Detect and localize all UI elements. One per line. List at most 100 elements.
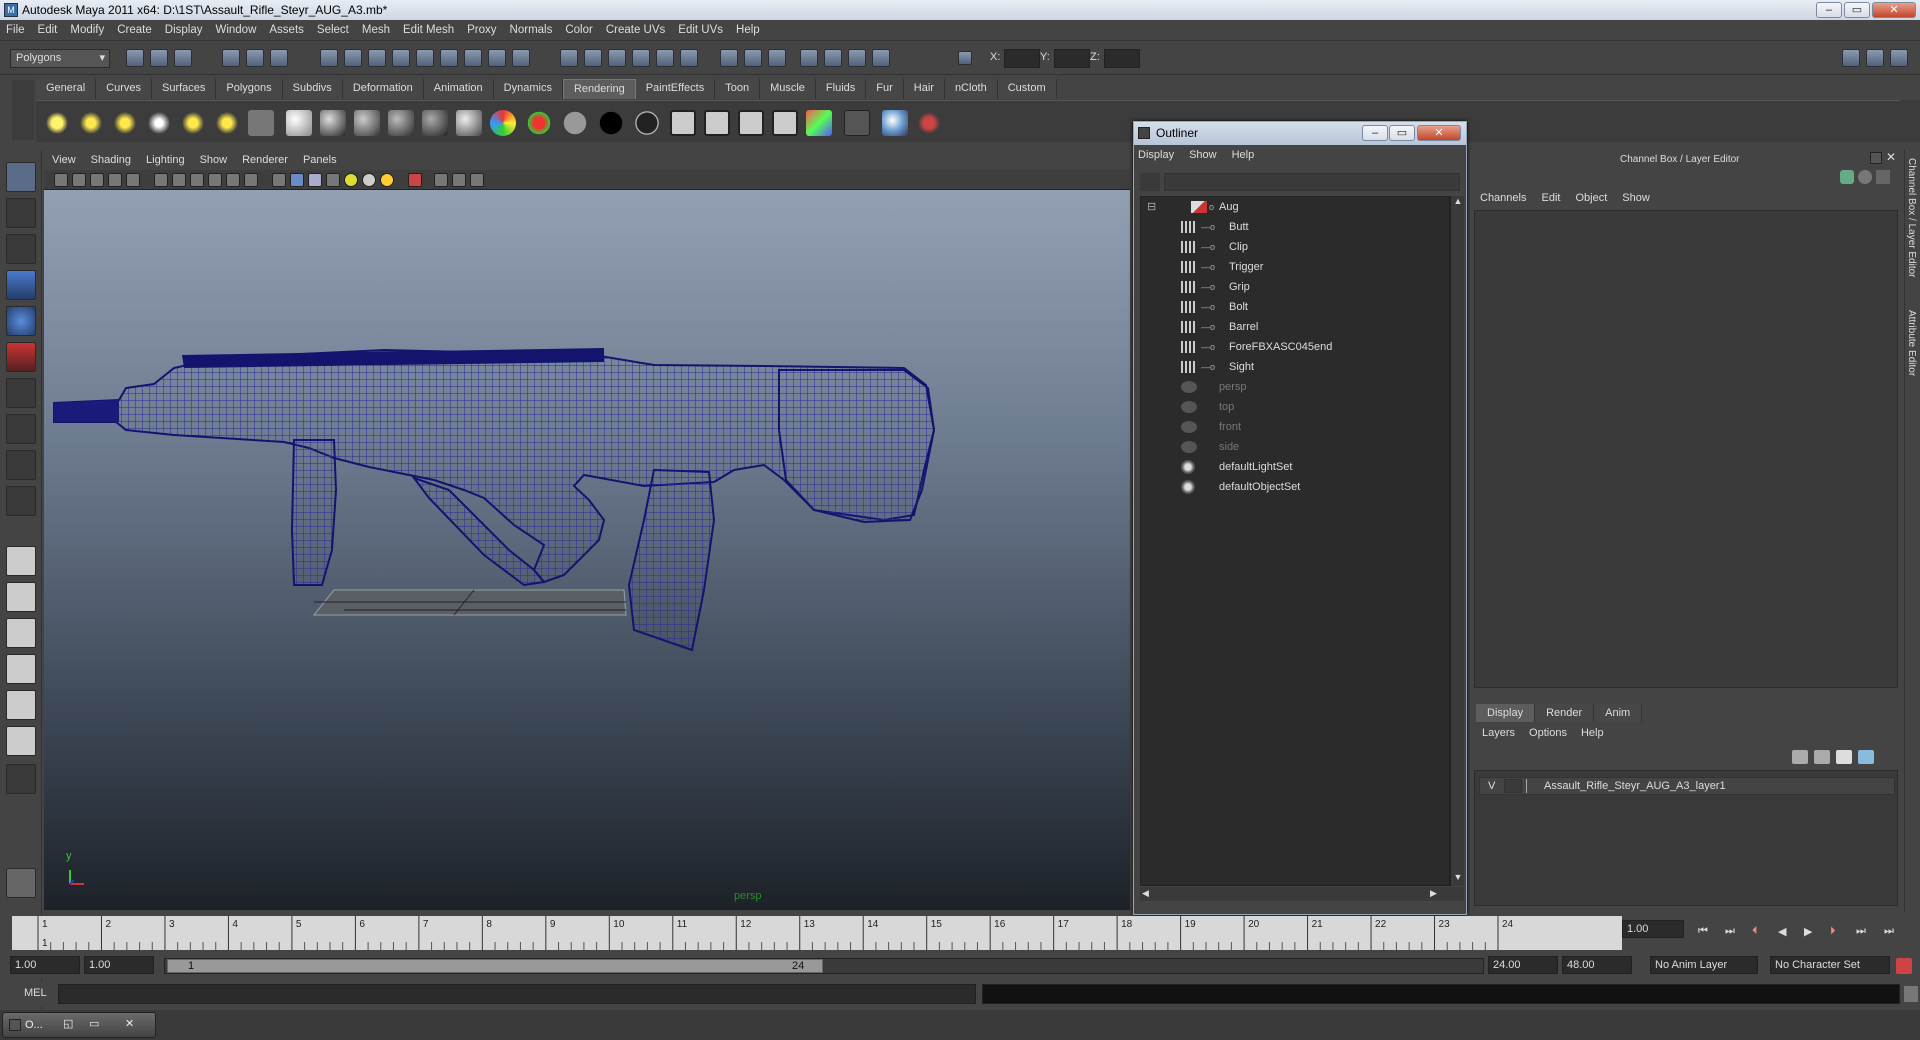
shelf-tab-general[interactable]: General xyxy=(36,79,97,99)
layer-tab-display[interactable]: Display xyxy=(1476,704,1536,722)
hud-icon[interactable] xyxy=(470,173,484,187)
channel-menu-object[interactable]: Object xyxy=(1575,192,1607,204)
image-plane-icon[interactable] xyxy=(108,173,122,187)
range-slider-handle[interactable]: 1 24 xyxy=(167,959,823,973)
perspective-viewport[interactable]: y persp xyxy=(44,190,1130,910)
animation-start-field[interactable]: 1.00 xyxy=(10,956,80,974)
z-field[interactable] xyxy=(1104,49,1140,68)
save-scene-icon[interactable] xyxy=(174,49,192,67)
open-scene-icon[interactable] xyxy=(150,49,168,67)
quick-layout-icon[interactable] xyxy=(6,868,36,898)
layer-list[interactable]: V Assault_Rifle_Steyr_AUG_A3_layer1 xyxy=(1474,770,1898,906)
outliner-horizontal-scrollbar[interactable]: ◀ ▶ xyxy=(1140,887,1464,901)
shadows-icon[interactable] xyxy=(380,173,394,187)
ipr-render-icon[interactable] xyxy=(584,49,602,67)
snap-grid-icon[interactable] xyxy=(320,49,338,67)
layer-tab-anim[interactable]: Anim xyxy=(1594,704,1643,722)
menu-item-edit-uvs[interactable]: Edit UVs xyxy=(678,24,723,36)
lasso-tool-icon[interactable] xyxy=(6,198,36,228)
panel-single-icon[interactable] xyxy=(824,49,842,67)
scale-tool-icon[interactable] xyxy=(6,342,36,372)
shelf-tab-ncloth[interactable]: nCloth xyxy=(944,79,998,99)
menu-item-create[interactable]: Create xyxy=(117,24,152,36)
viewport-menu-panels[interactable]: Panels xyxy=(303,154,337,166)
panel-four-icon[interactable] xyxy=(848,49,866,67)
viewport-menu-renderer[interactable]: Renderer xyxy=(242,154,288,166)
menu-item-modify[interactable]: Modify xyxy=(70,24,104,36)
resolution-gate-icon[interactable] xyxy=(172,173,186,187)
layer-menu-help[interactable]: Help xyxy=(1581,727,1604,739)
shelf-tab-polygons[interactable]: Polygons xyxy=(216,79,283,99)
shelf-tab-surfaces[interactable]: Surfaces xyxy=(151,79,217,99)
scroll-up-icon[interactable]: ▲ xyxy=(1452,196,1464,208)
directional-light-icon[interactable] xyxy=(78,110,104,136)
outliner-vertical-scrollbar[interactable]: ▲ ▼ xyxy=(1450,196,1464,886)
camera-select-icon[interactable] xyxy=(54,173,68,187)
close-panel-icon[interactable]: ✕ xyxy=(1886,150,1896,164)
shelf-tab-fluids[interactable]: Fluids xyxy=(815,79,867,99)
render-clapper-icon[interactable] xyxy=(670,110,696,136)
smooth-shade-icon[interactable] xyxy=(290,173,304,187)
outliner-menu-help[interactable]: Help xyxy=(1232,149,1255,167)
outliner-item[interactable]: —o Trigger xyxy=(1141,257,1441,277)
outliner-item[interactable]: defaultObjectSet xyxy=(1141,477,1441,497)
surface-shader-icon[interactable] xyxy=(562,110,588,136)
paint-canvas-icon[interactable] xyxy=(882,110,908,136)
single-perspective-layout-icon[interactable] xyxy=(6,546,36,576)
shading-map-icon[interactable] xyxy=(526,110,552,136)
collapse-icon[interactable]: ⊟ xyxy=(1147,197,1156,217)
layered-shader-icon[interactable] xyxy=(456,110,482,136)
select-object-icon[interactable] xyxy=(246,49,264,67)
outliner-window[interactable]: Outliner – ▭ ✕ Display Show Help ⊟ o Aug —o Bu… xyxy=(1133,121,1467,915)
outliner-item[interactable]: —o Sight xyxy=(1141,357,1441,377)
last-tool-icon[interactable] xyxy=(6,486,36,516)
ramp-shader-icon[interactable] xyxy=(490,110,516,136)
shelf-tab-painteffects[interactable]: PaintEffects xyxy=(635,79,716,99)
shelf-tab-custom[interactable]: Custom xyxy=(997,79,1057,99)
xray-icon[interactable] xyxy=(434,173,448,187)
anim-layer-dropdown[interactable]: No Anim Layer xyxy=(1650,956,1758,974)
menu-item-select[interactable]: Select xyxy=(317,24,349,36)
move-layer-up-icon[interactable] xyxy=(1792,750,1808,764)
layout-options-icon[interactable] xyxy=(6,764,36,794)
layer-menu-layers[interactable]: Layers xyxy=(1482,727,1515,739)
shelf-tab-animation[interactable]: Animation xyxy=(423,79,494,99)
select-tool-icon[interactable] xyxy=(6,162,36,192)
outliner-list[interactable]: ⊟ o Aug —o Butt —o Clip —o Trigger —o Grip —o Bolt —o… xyxy=(1140,196,1450,886)
area-light-icon[interactable] xyxy=(180,110,206,136)
render-frame-icon[interactable] xyxy=(560,49,578,67)
scroll-left-icon[interactable]: ◀ xyxy=(1142,888,1149,899)
persp-graph-layout-icon[interactable] xyxy=(6,654,36,684)
film-gate-icon[interactable] xyxy=(126,173,140,187)
outliner-item[interactable]: —o Grip xyxy=(1141,277,1441,297)
menu-item-help[interactable]: Help xyxy=(736,24,760,36)
universal-manipulator-icon[interactable] xyxy=(6,378,36,408)
step-back-frame-icon[interactable]: ⏴ xyxy=(1752,925,1758,938)
help-query-icon[interactable] xyxy=(464,49,482,67)
toggle-channel-box-icon[interactable] xyxy=(1890,49,1908,67)
lights-icon[interactable] xyxy=(680,49,698,67)
mel-command-input[interactable] xyxy=(58,984,976,1004)
channel-box-panel[interactable] xyxy=(1474,210,1898,688)
spot-light-icon[interactable] xyxy=(146,110,172,136)
channel-menu-channels[interactable]: Channels xyxy=(1480,192,1526,204)
snap-curve-icon[interactable] xyxy=(344,49,362,67)
new-layer-selected-icon[interactable] xyxy=(1858,750,1874,764)
x-field[interactable] xyxy=(1004,49,1040,68)
character-set-dropdown[interactable]: No Character Set xyxy=(1770,956,1890,974)
layer-tab-render[interactable]: Render xyxy=(1535,704,1595,722)
panel-persp-icon[interactable] xyxy=(872,49,890,67)
menuset-dropdown[interactable]: Polygons ▾ xyxy=(10,49,110,68)
snap-live-icon[interactable] xyxy=(440,49,458,67)
paint-select-tool-icon[interactable] xyxy=(6,234,36,264)
range-slider-track[interactable]: 1 24 xyxy=(164,958,1484,974)
graph-editor-layout-icon[interactable] xyxy=(6,726,36,756)
move-layer-down-icon[interactable] xyxy=(1814,750,1830,764)
shaded-wire-icon[interactable] xyxy=(308,173,322,187)
current-frame-marker[interactable]: 1 xyxy=(42,938,48,949)
animation-end-field[interactable]: 48.00 xyxy=(1562,956,1632,974)
scroll-down-icon[interactable]: ▼ xyxy=(1452,872,1464,884)
snap-surface-icon[interactable] xyxy=(416,49,434,67)
shelf-scrollbar[interactable] xyxy=(1900,100,1920,142)
layer-color-swatch[interactable] xyxy=(1526,779,1538,793)
